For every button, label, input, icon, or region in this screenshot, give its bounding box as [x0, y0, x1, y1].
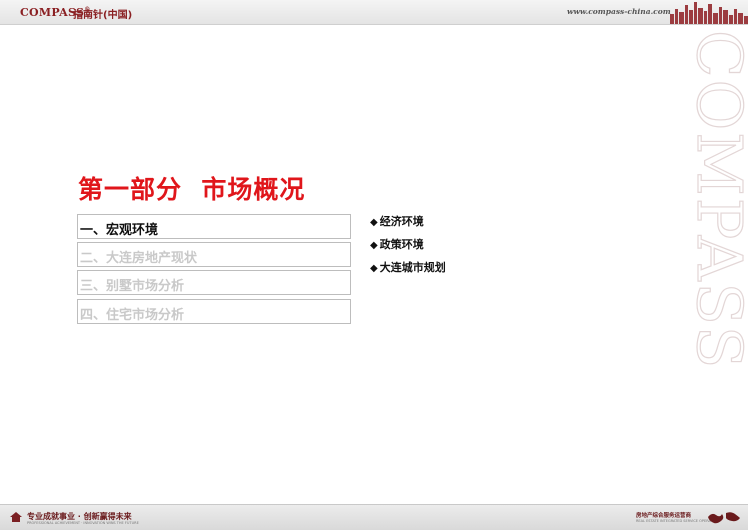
website-url: www.compass-china.com — [567, 7, 671, 16]
compass-watermark: COMPASS — [688, 24, 748, 504]
footer-company-title: 房地产综合服务运营商 — [636, 513, 692, 519]
city-skyline-icon — [670, 2, 748, 24]
header-bar: COMPASS® 指南针(中国) www.compass-china.com — [0, 0, 748, 25]
menu-item-dalian-real-estate[interactable]: 二、大连房地产现状 — [77, 242, 351, 267]
menu-item-residential-market[interactable]: 四、住宅市场分析 — [77, 299, 351, 324]
footer-bar: 专业成就事业 · 创新赢得未来 PROFESSIONAL ACHIEVEMENT… — [0, 504, 748, 530]
section-title: 第一部分 市场概况 — [78, 175, 306, 204]
menu-item-label: 三、别墅市场分析 — [80, 279, 185, 294]
menu-item-label: 一、宏观环境 — [80, 223, 159, 238]
menu-item-label: 四、住宅市场分析 — [80, 308, 185, 323]
bullet-policy: ◆ 政策环境 — [370, 238, 424, 251]
bullet-city-planning: ◆ 大连城市规划 — [370, 261, 446, 274]
compass-logo-cn: 指南针(中国) — [73, 10, 133, 21]
diamond-bullet-icon: ◆ — [370, 263, 378, 274]
menu-item-macro[interactable]: 一、宏观环境 — [77, 214, 351, 239]
house-icon — [10, 512, 22, 522]
bullet-economic: ◆ 经济环境 — [370, 215, 424, 228]
svg-text:COMPASS: COMPASS — [688, 30, 748, 370]
world-map-icon — [708, 512, 740, 524]
diamond-bullet-icon: ◆ — [370, 217, 378, 228]
diamond-bullet-icon: ◆ — [370, 240, 378, 251]
menu-item-villa-market[interactable]: 三、别墅市场分析 — [77, 270, 351, 295]
menu-item-label: 二、大连房地产现状 — [80, 251, 198, 266]
footer-slogan-sub: PROFESSIONAL ACHIEVEMENT · INNOVATION WI… — [27, 521, 139, 525]
